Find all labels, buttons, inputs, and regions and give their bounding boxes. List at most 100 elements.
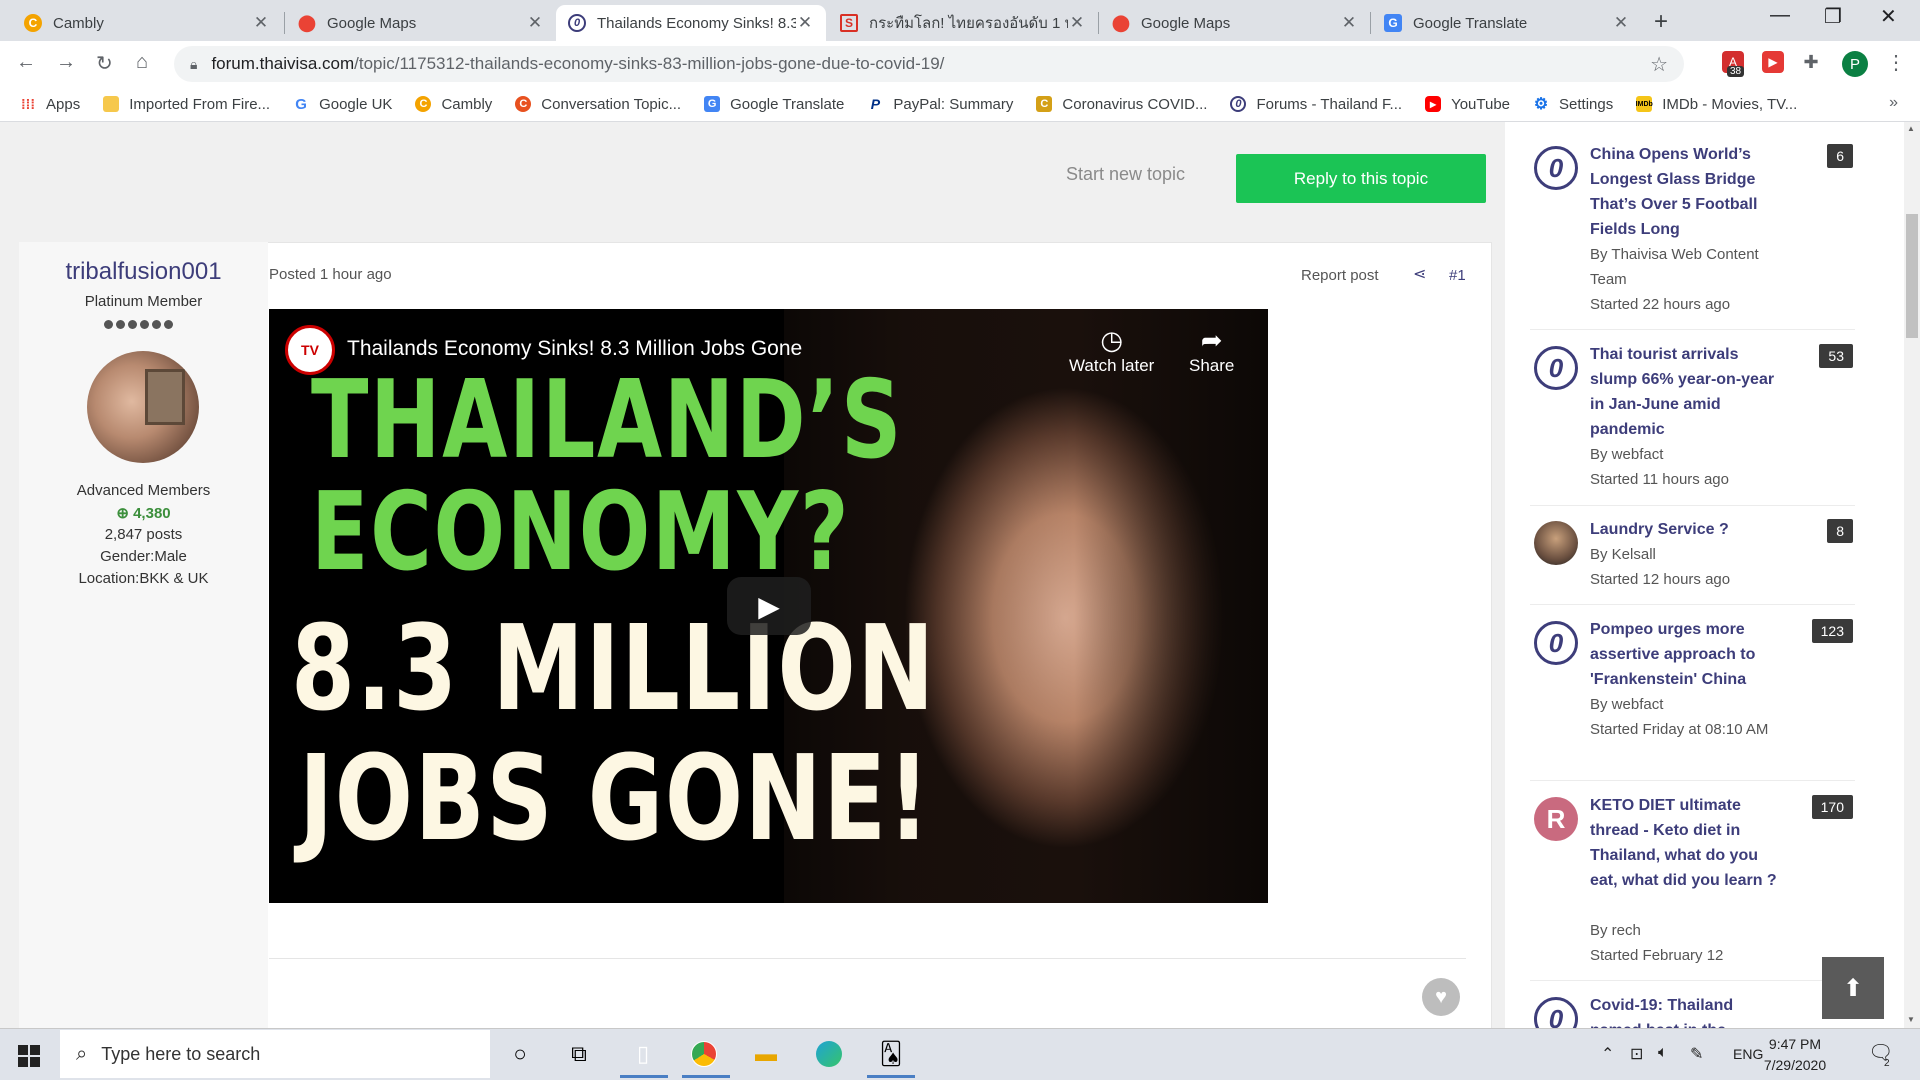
topic-title-link[interactable]: Covid-19: Thailand named best in the <box>1590 993 1780 1028</box>
taskbar-search-box[interactable]: ⌕ Type here to search <box>60 1030 490 1078</box>
topic-started: Started 11 hours ago <box>1590 471 1729 488</box>
pen-icon[interactable]: ✎ <box>1690 1044 1703 1064</box>
bookmark-forums-thailand[interactable]: 0 Forums - Thailand F... <box>1230 96 1402 113</box>
reload-button[interactable]: ↻ <box>96 51 113 76</box>
bookmark-google-uk[interactable]: G Google UK <box>293 96 392 113</box>
topic-title-link[interactable]: Thai tourist arrivals slump 66% year-on-… <box>1590 342 1780 442</box>
tab-google-translate[interactable]: G Google Translate ✕ <box>1372 5 1642 41</box>
solitaire-icon[interactable]: 🂡︎ <box>875 1038 907 1070</box>
bookmarks-overflow-icon[interactable]: » <box>1889 94 1898 112</box>
close-icon[interactable]: ✕ <box>796 13 814 33</box>
topic-title-link[interactable]: Laundry Service ? <box>1590 517 1780 542</box>
scroll-down-arrow[interactable]: ▼ <box>1907 1015 1915 1024</box>
home-button[interactable]: ⌂ <box>136 51 148 74</box>
tab-thailands-economy[interactable]: 0 Thailands Economy Sinks! 8.3 ✕ <box>556 5 826 41</box>
volume-icon[interactable]: 🔈︎ <box>1658 1044 1668 1062</box>
sidebar-topic-item[interactable]: 0 Thai tourist arrivals slump 66% year-o… <box>1530 342 1855 506</box>
post-number-link[interactable]: #1 <box>1449 267 1466 284</box>
tab-cambly[interactable]: C Cambly ✕ <box>12 5 282 41</box>
address-bar[interactable]: 🔒︎ forum.thaivisa.com/topic/1175312-thai… <box>174 46 1684 82</box>
forward-button[interactable]: → <box>56 51 76 74</box>
play-button[interactable]: ▶ <box>727 577 811 635</box>
topic-author[interactable]: By rech <box>1590 918 1780 943</box>
video-extension-icon[interactable]: ▶ <box>1762 51 1784 73</box>
bookmark-imported[interactable]: Imported From Fire... <box>103 96 270 113</box>
close-icon[interactable]: ✕ <box>1340 13 1358 33</box>
url-host: forum.thaivisa.com <box>211 54 355 73</box>
tab-thai-news[interactable]: S กระทืมโลก! ไทยครองอันดับ 1 ประ ✕ <box>828 5 1098 41</box>
bookmark-google-translate[interactable]: G Google Translate <box>704 96 844 113</box>
topic-author[interactable]: By Thaivisa Web Content Team <box>1590 242 1780 292</box>
edge-icon[interactable] <box>813 1038 845 1070</box>
extensions-puzzle-icon[interactable]: ✚ <box>1800 51 1822 73</box>
close-window-button[interactable]: ✕ <box>1880 4 1897 29</box>
topic-title-link[interactable]: China Opens World’s Longest Glass Bridge… <box>1590 142 1780 242</box>
posted-time[interactable]: Posted 1 hour ago <box>269 266 392 283</box>
scrollbar-thumb[interactable] <box>1906 214 1918 338</box>
youtube-icon: ▶ <box>1425 96 1442 112</box>
active-app-indicator <box>682 1075 730 1078</box>
close-icon[interactable]: ✕ <box>252 13 270 33</box>
bookmark-label: Google UK <box>319 95 393 113</box>
file-explorer-icon[interactable]: ▬ <box>750 1038 782 1070</box>
close-icon[interactable]: ✕ <box>526 13 544 33</box>
tray-expand-icon[interactable]: ⌃ <box>1601 1044 1614 1064</box>
windows-start-icon[interactable] <box>18 1045 40 1067</box>
bookmark-imdb[interactable]: IMDb IMDb - Movies, TV... <box>1636 96 1798 113</box>
bookmark-coronavirus[interactable]: C Coronavirus COVID... <box>1036 96 1207 113</box>
topic-author[interactable]: By Kelsall <box>1590 542 1780 567</box>
task-view-icon[interactable]: ⧉ <box>563 1038 595 1070</box>
author-name-link[interactable]: tribalfusion001 <box>19 258 268 286</box>
share-label: Share <box>1189 356 1235 375</box>
tab-google-maps[interactable]: ⬤ Google Maps ✕ <box>286 5 556 41</box>
profile-avatar[interactable]: P <box>1842 51 1868 77</box>
taskbar-clock[interactable]: 9:47 PM 7/29/2020 <box>1760 1034 1830 1076</box>
close-icon[interactable]: ✕ <box>1612 13 1630 33</box>
back-to-top-button[interactable]: ⬆ <box>1822 957 1884 1019</box>
new-tab-button[interactable]: + <box>1654 8 1668 36</box>
reply-button[interactable]: Reply to this topic <box>1236 154 1486 203</box>
chrome-icon[interactable] <box>688 1038 720 1070</box>
watch-later-button[interactable]: ◷ Watch later <box>1069 325 1154 376</box>
network-icon[interactable]: ⊡ <box>1630 1044 1643 1064</box>
close-icon[interactable]: ✕ <box>1068 13 1086 33</box>
cortana-icon[interactable]: ○ <box>504 1038 536 1070</box>
bookmark-conversation[interactable]: C Conversation Topic... <box>515 96 681 113</box>
bookmark-youtube[interactable]: ▶ YouTube <box>1425 96 1510 113</box>
thaivisa-icon: 0 <box>1534 621 1578 665</box>
author-avatar[interactable] <box>87 351 199 463</box>
language-indicator[interactable]: ENG <box>1733 1046 1763 1062</box>
translate-icon: G <box>704 96 721 112</box>
embedded-video[interactable]: TV Thailands Economy Sinks! 8.3 Million … <box>269 309 1268 903</box>
back-button[interactable]: ← <box>16 51 36 74</box>
file-icon[interactable]: ▯ <box>627 1038 659 1070</box>
like-heart-icon[interactable]: ♥ <box>1422 978 1460 1016</box>
bookmark-cambly[interactable]: C Cambly <box>415 96 492 113</box>
tab-google-maps-2[interactable]: ⬤ Google Maps ✕ <box>1100 5 1370 41</box>
author-reputation: ⊕ 4,380 <box>19 504 268 522</box>
topic-title-link[interactable]: Pompeo urges more assertive approach to … <box>1590 617 1780 692</box>
bookmark-label: Settings <box>1559 95 1614 113</box>
start-new-topic-link[interactable]: Start new topic <box>1066 164 1185 185</box>
browser-menu-icon[interactable]: ⋮ <box>1886 50 1906 75</box>
sidebar-topic-item[interactable]: Laundry Service ? By Kelsall Started 12 … <box>1530 517 1855 605</box>
restore-button[interactable]: ❐ <box>1824 4 1842 29</box>
bookmark-paypal[interactable]: P PayPal: Summary <box>867 96 1014 113</box>
topic-title-link[interactable]: KETO DIET ultimate thread - Keto diet in… <box>1590 793 1780 893</box>
report-post-link[interactable]: Report post <box>1301 267 1379 284</box>
sidebar-topic-item[interactable]: 0 Pompeo urges more assertive approach t… <box>1530 617 1855 781</box>
video-share-button[interactable]: ➦ Share <box>1189 325 1234 376</box>
scroll-up-arrow[interactable]: ▲ <box>1907 124 1915 133</box>
sidebar-topic-item[interactable]: R KETO DIET ultimate thread - Keto diet … <box>1530 793 1855 981</box>
sidebar-topic-item[interactable]: 0 Covid-19: Thailand named best in the 2 <box>1530 993 1855 1028</box>
share-icon[interactable]: ⋖ <box>1413 264 1426 284</box>
bookmark-star-icon[interactable]: ☆ <box>1650 52 1668 77</box>
topic-author[interactable]: By webfact <box>1590 442 1780 467</box>
sidebar-topic-item[interactable]: 0 China Opens World’s Longest Glass Brid… <box>1530 142 1855 330</box>
topic-author[interactable]: By webfact <box>1590 692 1780 717</box>
bookmark-settings[interactable]: ⚙ Settings <box>1533 95 1614 114</box>
browser-toolbar: ← → ↻ ⌂ 🔒︎ forum.thaivisa.com/topic/1175… <box>0 41 1920 87</box>
bookmark-apps[interactable]: ⁞⁞⁞ Apps <box>20 96 80 113</box>
minimize-button[interactable]: — <box>1770 4 1790 27</box>
lock-icon[interactable]: 🔒︎ <box>190 56 197 73</box>
